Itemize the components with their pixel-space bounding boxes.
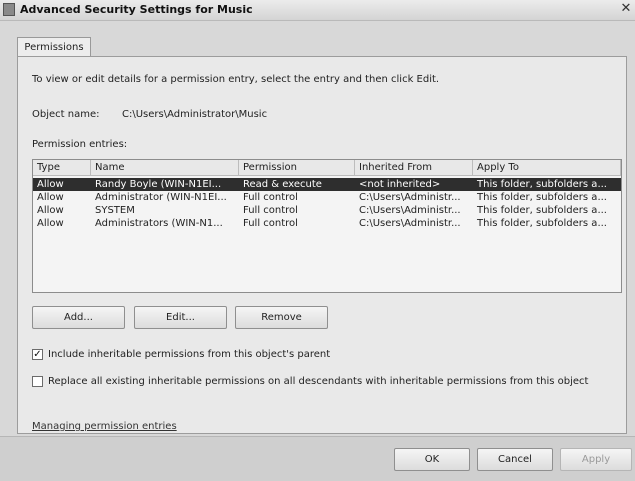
column-header-type[interactable]: Type [33,160,91,175]
replace-all-label: Replace all existing inheritable permiss… [48,376,589,387]
cell-inherited-from: <not inherited> [359,179,441,190]
cell-name: Randy Boyle (WIN-N1EI... [95,179,222,190]
edit-button[interactable]: Edit... [134,306,227,329]
cancel-button[interactable]: Cancel [477,448,553,471]
cell-permission: Read & execute [243,179,322,190]
window-title: Advanced Security Settings for Music [20,3,253,16]
advanced-security-dialog: Advanced Security Settings for Music ✕ P… [0,0,635,481]
cell-apply-to: This folder, subfolders a... [477,179,607,190]
cell-type: Allow [37,218,64,229]
instructions-text: To view or edit details for a permission… [32,74,440,85]
permission-entries-label: Permission entries: [32,139,128,150]
object-name-value: C:\Users\Administrator\Music [122,109,268,120]
cell-permission: Full control [243,205,298,216]
cell-type: Allow [37,192,64,203]
folder-icon [3,3,15,16]
remove-button[interactable]: Remove [235,306,328,329]
close-icon[interactable]: ✕ [619,1,633,17]
ok-button[interactable]: OK [394,448,470,471]
cell-apply-to: This folder, subfolders a... [477,205,607,216]
object-name-label: Object name: [32,109,100,120]
add-button[interactable]: Add... [32,306,125,329]
cell-name: SYSTEM [95,205,135,216]
dialog-footer: OK Cancel Apply [0,436,635,481]
table-row[interactable]: Allow Administrators (WIN-N1... Full con… [33,217,621,230]
column-header-name[interactable]: Name [91,160,239,175]
column-header-apply-to[interactable]: Apply To [473,160,621,175]
managing-permissions-link[interactable]: Managing permission entries [32,421,177,432]
permission-entries-list[interactable]: Type Name Permission Inherited From Appl… [32,159,622,293]
table-row[interactable]: Allow Randy Boyle (WIN-N1EI... Read & ex… [33,178,621,191]
cell-inherited-from: C:\Users\Administr... [359,218,461,229]
cell-permission: Full control [243,218,298,229]
cell-type: Allow [37,179,64,190]
tab-permissions[interactable]: Permissions [17,37,91,57]
cell-apply-to: This folder, subfolders a... [477,192,607,203]
include-inheritable-label: Include inheritable permissions from thi… [48,349,331,360]
table-row[interactable]: Allow SYSTEM Full control C:\Users\Admin… [33,204,621,217]
cell-apply-to: This folder, subfolders a... [477,218,607,229]
cell-name: Administrators (WIN-N1... [95,218,223,229]
replace-all-checkbox[interactable] [32,376,43,387]
apply-button[interactable]: Apply [560,448,632,471]
column-header-permission[interactable]: Permission [239,160,355,175]
cell-inherited-from: C:\Users\Administr... [359,205,461,216]
title-bar[interactable]: Advanced Security Settings for Music ✕ [0,0,635,21]
cell-type: Allow [37,205,64,216]
cell-permission: Full control [243,192,298,203]
list-header: Type Name Permission Inherited From Appl… [33,160,621,176]
include-inheritable-checkbox[interactable]: ✓ [32,349,43,360]
table-row[interactable]: Allow Administrator (WIN-N1EI... Full co… [33,191,621,204]
cell-name: Administrator (WIN-N1EI... [95,192,227,203]
column-header-inherited-from[interactable]: Inherited From [355,160,473,175]
cell-inherited-from: C:\Users\Administr... [359,192,461,203]
